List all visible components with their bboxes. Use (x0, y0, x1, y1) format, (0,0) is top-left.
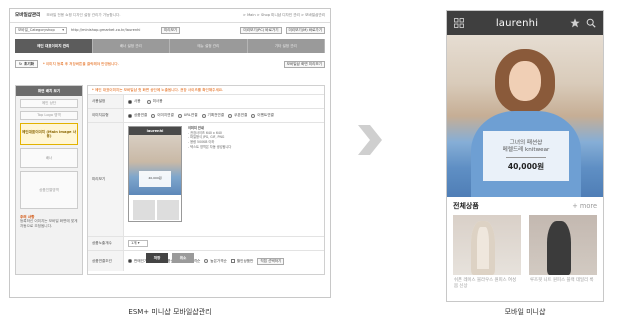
product-image (453, 215, 521, 275)
row-use-label: 사용설정 (88, 95, 124, 108)
product-desc: 루즈핏 니트 원피스 블랙 데일리 룩 (530, 278, 594, 283)
pc-preview-button[interactable]: 미리보기(PC) 바로가기 (240, 26, 282, 34)
radio-use-off[interactable]: 미사용 (146, 99, 163, 104)
radio-type-product[interactable]: 상품연결 (128, 113, 147, 118)
save-button[interactable]: 저장 (146, 253, 168, 263)
product-grid: 쉬폰 레이스 블라우스 원피스 여성 봄 신상 루즈핏 니트 원피스 블랙 데일… (447, 215, 603, 293)
mobile-preview-button[interactable]: 미리보기(M) 바로가기 (285, 26, 325, 34)
shop-url: http://minishop.gmarket.co.kr/laurenhi (71, 27, 141, 32)
phone-preview-logo: laurenhi (129, 127, 181, 135)
slot-products[interactable]: 상품진열영역 (20, 171, 78, 209)
radio-use-on[interactable]: 사용 (128, 99, 141, 104)
banner-price: 40,000원 (507, 162, 545, 172)
grid-icon[interactable] (454, 18, 464, 28)
product-image (529, 215, 597, 275)
tab-banner[interactable]: 배너 설정 관리 (93, 39, 170, 53)
star-icon[interactable] (570, 18, 580, 28)
search-icon[interactable] (586, 18, 596, 28)
shop-logo[interactable]: laurenhi (496, 18, 538, 29)
shop-select[interactable]: 모바일_Categoryshop ▾ (15, 26, 67, 34)
url-bar: 모바일_Categoryshop ▾ http://minishop.gmark… (10, 23, 330, 37)
action-bar: ↻ 초기화 * 이미지 등록 후 저장버튼을 클릭해야 반영됩니다. 모바일샵 … (15, 58, 325, 70)
section-title: 전체상품 (453, 202, 479, 210)
preview-button[interactable]: 미리보기 (161, 26, 181, 34)
admin-body: 화면 배치 보기 메인 상단 Top Logo 영역 메인대표이미지 (Main… (15, 85, 325, 275)
cancel-button[interactable]: 취소 (172, 253, 194, 263)
refresh-icon: ↻ (19, 61, 23, 66)
guide-title: 이미지 안내 (188, 126, 204, 130)
image-guide: 이미지 안내 - 권장사이즈 640 x 640 - 파일형식 JPG, GIF… (188, 126, 231, 149)
reset-label: 초기화 (24, 61, 34, 66)
row-use: 사용설정 사용 미사용 (88, 95, 324, 109)
more-link[interactable]: + more (572, 202, 597, 210)
phone-preview-price: 40,000원 (139, 171, 171, 187)
count-select[interactable]: 1개 ▾ (128, 240, 148, 247)
tab-etc[interactable]: 기타 설정 관리 (248, 39, 325, 53)
admin-tabs: 메인 대표이미지 관리 배너 설정 관리 메뉴 설정 관리 기타 설정 관리 (15, 39, 325, 53)
banner-card: 그녀의 패션샵 메렐드레 knitwear 40,000원 (483, 131, 569, 181)
slot-banner[interactable]: 배너 (20, 148, 78, 168)
breadcrumb: > Main > Shop 미니샵 디자인 관리 > 모바일샵관리 (242, 13, 325, 18)
form-actions: 저장 취소 (10, 253, 330, 263)
tab-main-image[interactable]: 메인 대표이미지 관리 (15, 39, 93, 53)
admin-screenshot: 모바일샵관리 모바일 전용 쇼핑 디자인 설정 관리가 가능합니다. > Mai… (9, 8, 331, 298)
product-card[interactable]: 쉬폰 레이스 블라우스 원피스 여성 봄 신상 (453, 215, 521, 293)
row-count-label: 상품노출개수 (88, 237, 124, 250)
slot-main-top[interactable]: 메인 상단 (20, 99, 78, 108)
caption-admin: ESM+ 미니샵 모바일샵관리 (128, 308, 212, 316)
row-preview-label: 미리보기 (88, 123, 124, 236)
guide-line: - 용량 500KB 이하 (188, 139, 215, 144)
radio-type-image[interactable]: 이미지연결 (151, 113, 174, 118)
shop-select-value: 모바일_Categoryshop (18, 27, 55, 32)
slot-main-image[interactable]: 메인대표이미지 (Main image 사용) (20, 123, 78, 145)
caption-mobile: 모바일 미니샵 (504, 308, 546, 316)
note-text: 등록하신 이미지는 모바일 화면에 맞게 자동으로 조정됩니다. (20, 219, 78, 228)
radio-type-url[interactable]: URL연결 (177, 113, 198, 118)
chevron-right-icon (358, 125, 382, 155)
sidebar-header: 화면 배치 보기 (16, 86, 82, 96)
layout-sidebar: 화면 배치 보기 메인 상단 Top Logo 영역 메인대표이미지 (Main… (15, 85, 83, 275)
chevron-down-icon: ▾ (62, 27, 64, 32)
radio-type-event[interactable]: 이벤트연결 (251, 113, 274, 118)
banner-line-2: 메렐드레 knitwear (502, 147, 550, 154)
phone-thumb (133, 200, 155, 220)
admin-subtitle: 모바일 전용 쇼핑 디자인 설정 관리가 가능합니다. (46, 13, 121, 18)
tab-menu[interactable]: 메뉴 설정 관리 (170, 39, 248, 53)
row-count: 상품노출개수 1개 ▾ (88, 237, 324, 251)
product-desc: 쉬폰 레이스 블라우스 원피스 여성 봄 신상 (454, 278, 517, 289)
phone-preview-list (129, 195, 181, 221)
mobile-header: laurenhi (447, 11, 603, 35)
mobile-screenshot: laurenhi 그녀의 패션샵 메렐드레 knitwear 40,000원 전… (446, 10, 604, 302)
settings-form: * 메인 대표이미지는 모바일샵 첫 화면 상단에 노출됩니다. 권장 사이즈를… (87, 85, 325, 275)
radio-type-coupon[interactable]: 쿠폰연결 (228, 113, 247, 118)
guide-line: - 텍스트 영역은 자동 생성됩니다 (188, 144, 232, 149)
row-preview: 미리보기 laurenhi 40,000원 이미지 안내 - 권장사이즈 640… (88, 123, 324, 237)
main-banner[interactable]: 그녀의 패션샵 메렐드레 knitwear 40,000원 (447, 35, 603, 197)
banner-divider (506, 157, 546, 159)
comparison-figure: 모바일샵관리 모바일 전용 쇼핑 디자인 설정 관리가 가능합니다. > Mai… (0, 0, 640, 320)
product-card[interactable]: 루즈핏 니트 원피스 블랙 데일리 룩 (529, 215, 597, 293)
slot-top-logo[interactable]: Top Logo 영역 (20, 111, 78, 120)
admin-header: 모바일샵관리 모바일 전용 쇼핑 디자인 설정 관리가 가능합니다. > Mai… (10, 9, 330, 23)
row-type: 이미지유형 상품연결 이미지연결 URL연결 기획전연결 쿠폰연결 이벤트연결 (88, 109, 324, 123)
banner-model-face (509, 61, 541, 101)
reset-button[interactable]: ↻ 초기화 (15, 60, 38, 68)
mobile-screen-preview-button[interactable]: 모바일샵 화면 미리보기 (283, 60, 325, 68)
row-type-label: 이미지유형 (88, 109, 124, 122)
admin-title: 모바일샵관리 (15, 12, 41, 18)
phone-thumb (157, 200, 179, 220)
guide-line: - 파일형식 JPG, GIF, PNG (188, 135, 225, 140)
notice-text: * 이미지 등록 후 저장버튼을 클릭해야 반영됩니다. (42, 61, 119, 66)
sidebar-note: 주의 사항 등록하신 이미지는 모바일 화면에 맞게 자동으로 조정됩니다. (20, 215, 78, 228)
phone-preview: laurenhi 40,000원 (128, 126, 182, 222)
radio-type-plan[interactable]: 기획전연결 (201, 113, 224, 118)
all-products-header: 전체상품 + more (447, 197, 603, 215)
form-warning: * 메인 대표이미지는 모바일샵 첫 화면 상단에 노출됩니다. 권장 사이즈를… (88, 86, 324, 95)
